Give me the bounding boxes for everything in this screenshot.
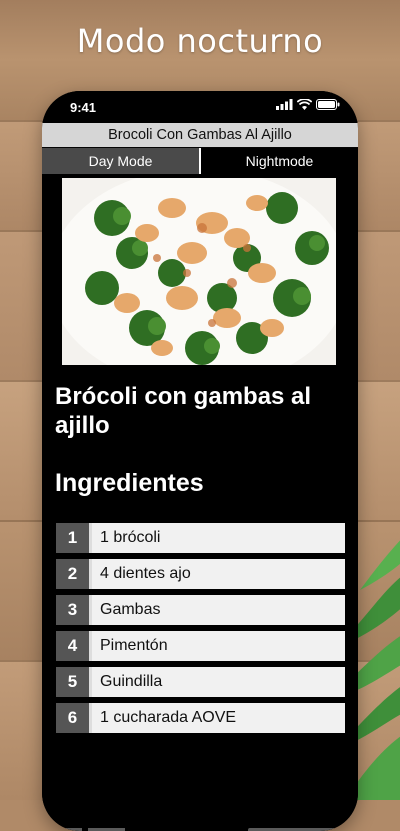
ingredients-list: 1 1 brócoli 2 4 dientes ajo 3 Gambas 4 P… bbox=[56, 523, 345, 739]
recipe-content: Brócoli con gambas al ajillo Ingrediente… bbox=[42, 174, 358, 831]
ingredient-text: 4 dientes ajo bbox=[89, 559, 345, 589]
list-item: 4 Pimentón bbox=[56, 631, 345, 661]
ingredients-heading: Ingredientes bbox=[55, 469, 204, 497]
recipe-photo bbox=[62, 178, 336, 365]
list-item: 1 1 brócoli bbox=[56, 523, 345, 553]
ingredient-number: 3 bbox=[56, 595, 89, 625]
ingredient-number: 2 bbox=[56, 559, 89, 589]
ingredient-text: 1 cucharada AOVE bbox=[89, 703, 345, 733]
status-bar: 9:41 bbox=[42, 91, 358, 123]
ingredient-number: 1 bbox=[56, 523, 89, 553]
list-item: 3 Gambas bbox=[56, 595, 345, 625]
battery-icon bbox=[316, 99, 340, 110]
tab-nightmode[interactable]: Nightmode bbox=[199, 148, 358, 174]
banner-headline: Modo nocturno bbox=[76, 22, 324, 60]
ingredient-number: 4 bbox=[56, 631, 89, 661]
ingredient-text: Gambas bbox=[89, 595, 345, 625]
mode-tabs: Day Mode Nightmode bbox=[42, 148, 358, 174]
tab-day-mode[interactable]: Day Mode bbox=[42, 148, 199, 174]
phone-notch bbox=[122, 91, 278, 113]
list-item: 2 4 dientes ajo bbox=[56, 559, 345, 589]
app-title-bar: Brocoli Con Gambas Al Ajillo bbox=[42, 123, 358, 147]
ingredient-number: 5 bbox=[56, 667, 89, 697]
ingredient-text: Guindilla bbox=[89, 667, 345, 697]
ingredient-number: 6 bbox=[56, 703, 89, 733]
list-item: 5 Guindilla bbox=[56, 667, 345, 697]
ingredient-text: 1 brócoli bbox=[89, 523, 345, 553]
recipe-title: Brócoli con gambas al ajillo bbox=[55, 383, 312, 439]
wifi-icon bbox=[297, 99, 312, 110]
list-item: 6 1 cucharada AOVE bbox=[56, 703, 345, 733]
phone-frame: 9:41 Brocoli Con Gambas Al Ajillo Day Mo… bbox=[42, 91, 358, 831]
ingredient-text: Pimentón bbox=[89, 631, 345, 661]
signal-icon bbox=[276, 99, 293, 110]
status-time: 9:41 bbox=[70, 100, 97, 115]
